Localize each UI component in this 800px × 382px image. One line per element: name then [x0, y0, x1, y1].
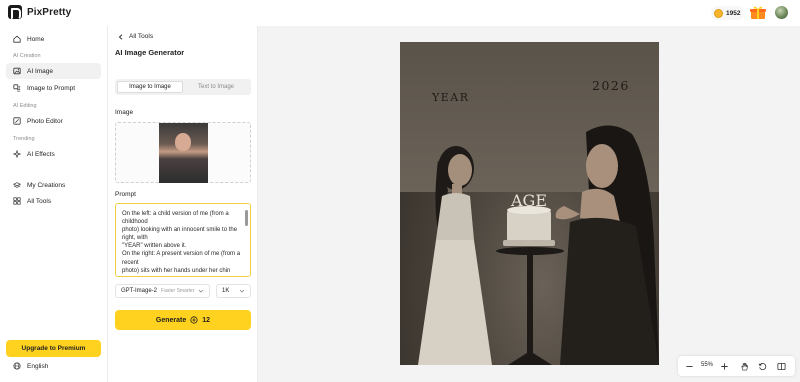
prompt-label: Prompt — [115, 191, 136, 198]
photo-editor-icon — [13, 117, 21, 125]
image-label: Image — [115, 109, 134, 116]
uploaded-image-thumbnail[interactable] — [159, 123, 208, 183]
zoom-out-button[interactable] — [683, 360, 695, 372]
credits-badge[interactable]: 1952 — [711, 6, 745, 20]
sidebar-item-label: AI Image — [27, 67, 54, 75]
photo-cake: AGE — [503, 191, 555, 246]
sidebar-item-all-tools[interactable]: All Tools — [6, 193, 101, 209]
panel-title: AI Image Generator — [115, 48, 185, 57]
generated-photo[interactable]: YEAR 2026 AGE — [400, 42, 659, 365]
creations-icon — [13, 182, 21, 188]
sidebar-item-label: All Tools — [27, 197, 52, 205]
generate-label: Generate — [155, 316, 187, 324]
app-name: PixPretty — [27, 6, 72, 18]
prompt-text: On the left: a child version of me (from… — [122, 211, 241, 274]
back-link[interactable]: All Tools — [118, 33, 153, 40]
language-selector[interactable]: English — [13, 362, 48, 370]
prompt-textarea[interactable]: On the left: a child version of me (from… — [115, 203, 251, 277]
generate-cost: 12 — [202, 316, 211, 324]
sidebar-item-my-creations[interactable]: My Creations — [6, 177, 101, 193]
sidebar-item-label: Home — [27, 35, 45, 43]
preview-canvas: YEAR 2026 AGE 55% — [258, 26, 800, 382]
sidebar-item-image-to-prompt[interactable]: Image to Prompt — [6, 80, 101, 96]
language-label: English — [27, 362, 49, 370]
gift-icon[interactable] — [750, 6, 766, 19]
resolution-select[interactable]: 1K — [216, 284, 251, 298]
coin-icon — [714, 8, 723, 18]
generator-panel: All Tools AI Image Generator Image to Im… — [108, 26, 258, 382]
section-label-creation: AI Creation — [13, 53, 41, 59]
cake-age-text: AGE — [510, 191, 547, 210]
sparkle-icon — [13, 150, 21, 158]
sidebar-item-home[interactable]: Home — [6, 31, 101, 47]
sidebar-item-label: Photo Editor — [27, 117, 63, 125]
back-label: All Tools — [129, 33, 154, 40]
tab-text-to-image[interactable]: Text to Image — [183, 81, 249, 93]
home-icon — [13, 35, 21, 43]
zoom-in-button[interactable] — [718, 360, 730, 372]
sidebar-item-label: AI Effects — [27, 150, 55, 158]
plus-icon — [720, 362, 728, 370]
pan-tool-button[interactable] — [738, 360, 750, 372]
compare-button[interactable] — [775, 360, 787, 372]
user-avatar[interactable] — [775, 6, 788, 19]
image-dropzone[interactable] — [115, 122, 251, 183]
upgrade-button[interactable]: Upgrade to Premium — [6, 340, 101, 357]
section-label-trending: Trending — [13, 136, 35, 142]
left-sidebar: Home AI Creation AI Image Image to Promp… — [0, 26, 108, 382]
globe-icon — [13, 362, 21, 370]
prompt-scrollbar[interactable] — [245, 210, 248, 226]
rotate-icon — [758, 362, 766, 370]
zoom-level: 55% — [700, 362, 713, 368]
mode-tabs: Image to Image Text to Image — [115, 79, 251, 95]
image-icon — [13, 67, 21, 75]
sidebar-item-label: My Creations — [27, 181, 66, 189]
tab-image-to-image[interactable]: Image to Image — [117, 81, 183, 93]
compare-icon — [776, 362, 786, 370]
sidebar-item-photo-editor[interactable]: Photo Editor — [6, 113, 101, 129]
model-select[interactable]: GPT-Image-2 Faster Smarter — [115, 284, 210, 298]
hand-icon — [740, 362, 748, 370]
chevron-down-icon — [239, 289, 245, 293]
photo-text-year: YEAR — [432, 91, 470, 104]
photo-girl — [418, 146, 492, 365]
model-name: GPT-Image-2 — [121, 288, 158, 294]
sidebar-item-label: Image to Prompt — [27, 84, 76, 92]
logo-icon — [8, 5, 22, 20]
photo-text-2026: 2026 — [592, 78, 630, 93]
chevron-left-icon — [118, 33, 123, 40]
generate-button[interactable]: Generate 12 — [115, 310, 251, 330]
sidebar-item-ai-effects[interactable]: AI Effects — [6, 146, 101, 162]
chevron-down-icon — [198, 289, 204, 293]
minus-icon — [685, 365, 693, 367]
sidebar-item-ai-image[interactable]: AI Image — [6, 63, 101, 79]
credits-count: 1952 — [726, 9, 741, 17]
photo-woman — [555, 125, 659, 365]
app-logo[interactable]: PixPretty — [8, 5, 72, 20]
reset-view-button[interactable] — [756, 360, 768, 372]
model-tags: Faster Smarter — [161, 288, 195, 294]
resolution-value: 1K — [222, 288, 230, 294]
credit-plus-icon — [190, 316, 198, 324]
section-label-editing: AI Editing — [13, 103, 37, 109]
top-header: PixPretty 1952 — [0, 0, 800, 26]
image-text-icon — [13, 84, 21, 92]
zoom-toolbar: 55% — [678, 356, 795, 376]
grid-icon — [13, 197, 21, 205]
